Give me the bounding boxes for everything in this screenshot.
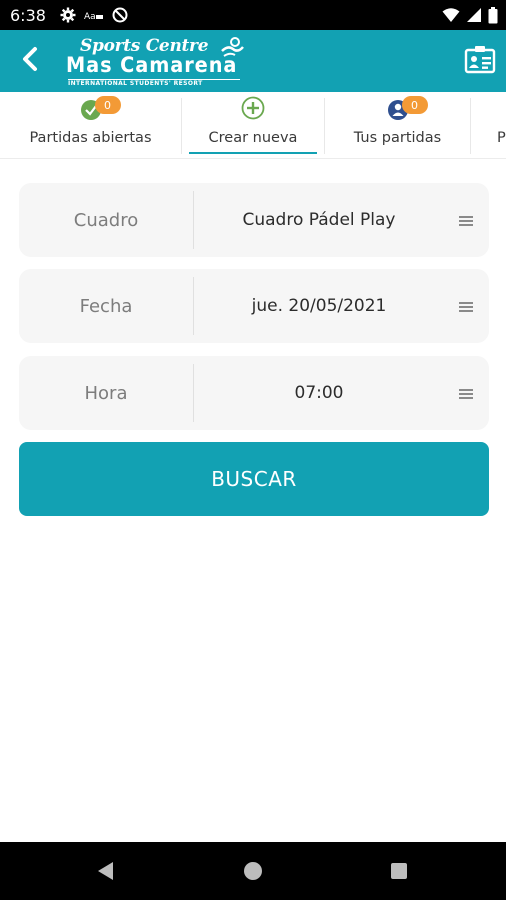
svg-text:Aa: Aa [84, 12, 96, 21]
cuadro-select-row[interactable]: Cuadro Cuadro Pádel Play [19, 183, 489, 257]
home-circle-icon[interactable] [244, 862, 262, 880]
wifi-icon [442, 7, 460, 23]
tab-tus-partidas[interactable]: 0 Tus partidas [325, 92, 470, 158]
app-bar: Sports Centre Mas Camarena INTERNATIONAL… [0, 30, 506, 92]
tab-label: P [497, 130, 506, 146]
battery-icon [488, 6, 498, 24]
tab-bar: 0 Partidas abiertas Crear nueva 0 Tus pa… [0, 92, 506, 159]
tab-icon-wrap: 0 [386, 96, 428, 120]
gear-icon [60, 7, 76, 23]
search-button[interactable]: BUSCAR [19, 442, 489, 516]
status-icons-left: Aa [60, 7, 128, 23]
hora-value[interactable]: 07:00 [194, 356, 444, 430]
dropdown-lines-icon [459, 389, 473, 399]
row-label: Fecha [79, 295, 133, 317]
tab-crear-nueva[interactable]: Crear nueva [182, 92, 324, 158]
fecha-select-row[interactable]: Fecha jue. 20/05/2021 [19, 269, 489, 343]
chevron-left-icon [19, 46, 41, 76]
active-tab-indicator [189, 152, 317, 154]
dropdown-lines-icon [459, 302, 473, 312]
cuadro-value[interactable]: Cuadro Pádel Play [194, 183, 444, 257]
data-saver-icon [112, 7, 128, 23]
back-triangle-icon[interactable] [96, 861, 116, 885]
id-card-icon [464, 46, 496, 79]
back-button[interactable] [12, 43, 48, 79]
fecha-value[interactable]: jue. 20/05/2021 [194, 269, 444, 343]
status-time: 6:38 [10, 5, 46, 25]
tab-label: Partidas abiertas [29, 130, 152, 146]
signal-icon [466, 7, 482, 23]
row-label: Hora [84, 382, 128, 404]
logo-line3: INTERNATIONAL STUDENTS' RESORT [68, 79, 240, 89]
plus-circle-icon [241, 96, 265, 120]
notification-badge: 0 [401, 96, 428, 114]
tab-icon-wrap [241, 96, 265, 120]
sports-centre-logo: Sports Centre Mas Camarena INTERNATIONAL… [66, 36, 246, 88]
tab-more[interactable]: P [471, 92, 506, 158]
tab-partidas-abiertas[interactable]: 0 Partidas abiertas [0, 92, 181, 158]
system-nav-bar [0, 842, 506, 900]
recents-square-icon[interactable] [391, 863, 407, 879]
logo-line2: Mas Camarena [66, 53, 238, 77]
tab-icon-wrap [471, 96, 495, 120]
status-icons-right [442, 0, 498, 30]
sim-icon: Aa [84, 9, 104, 21]
hora-select-row[interactable]: Hora 07:00 [19, 356, 489, 430]
tab-label: Crear nueva [208, 130, 298, 146]
dropdown-lines-icon [459, 216, 473, 226]
status-bar: 6:38 Aa [0, 0, 506, 30]
notification-badge: 0 [94, 96, 121, 114]
tab-label: Tus partidas [353, 130, 442, 146]
row-label: Cuadro [73, 209, 139, 231]
member-card-button[interactable] [464, 45, 496, 77]
logo-swimmer-icon [220, 37, 244, 63]
tab-icon-wrap: 0 [79, 96, 121, 120]
